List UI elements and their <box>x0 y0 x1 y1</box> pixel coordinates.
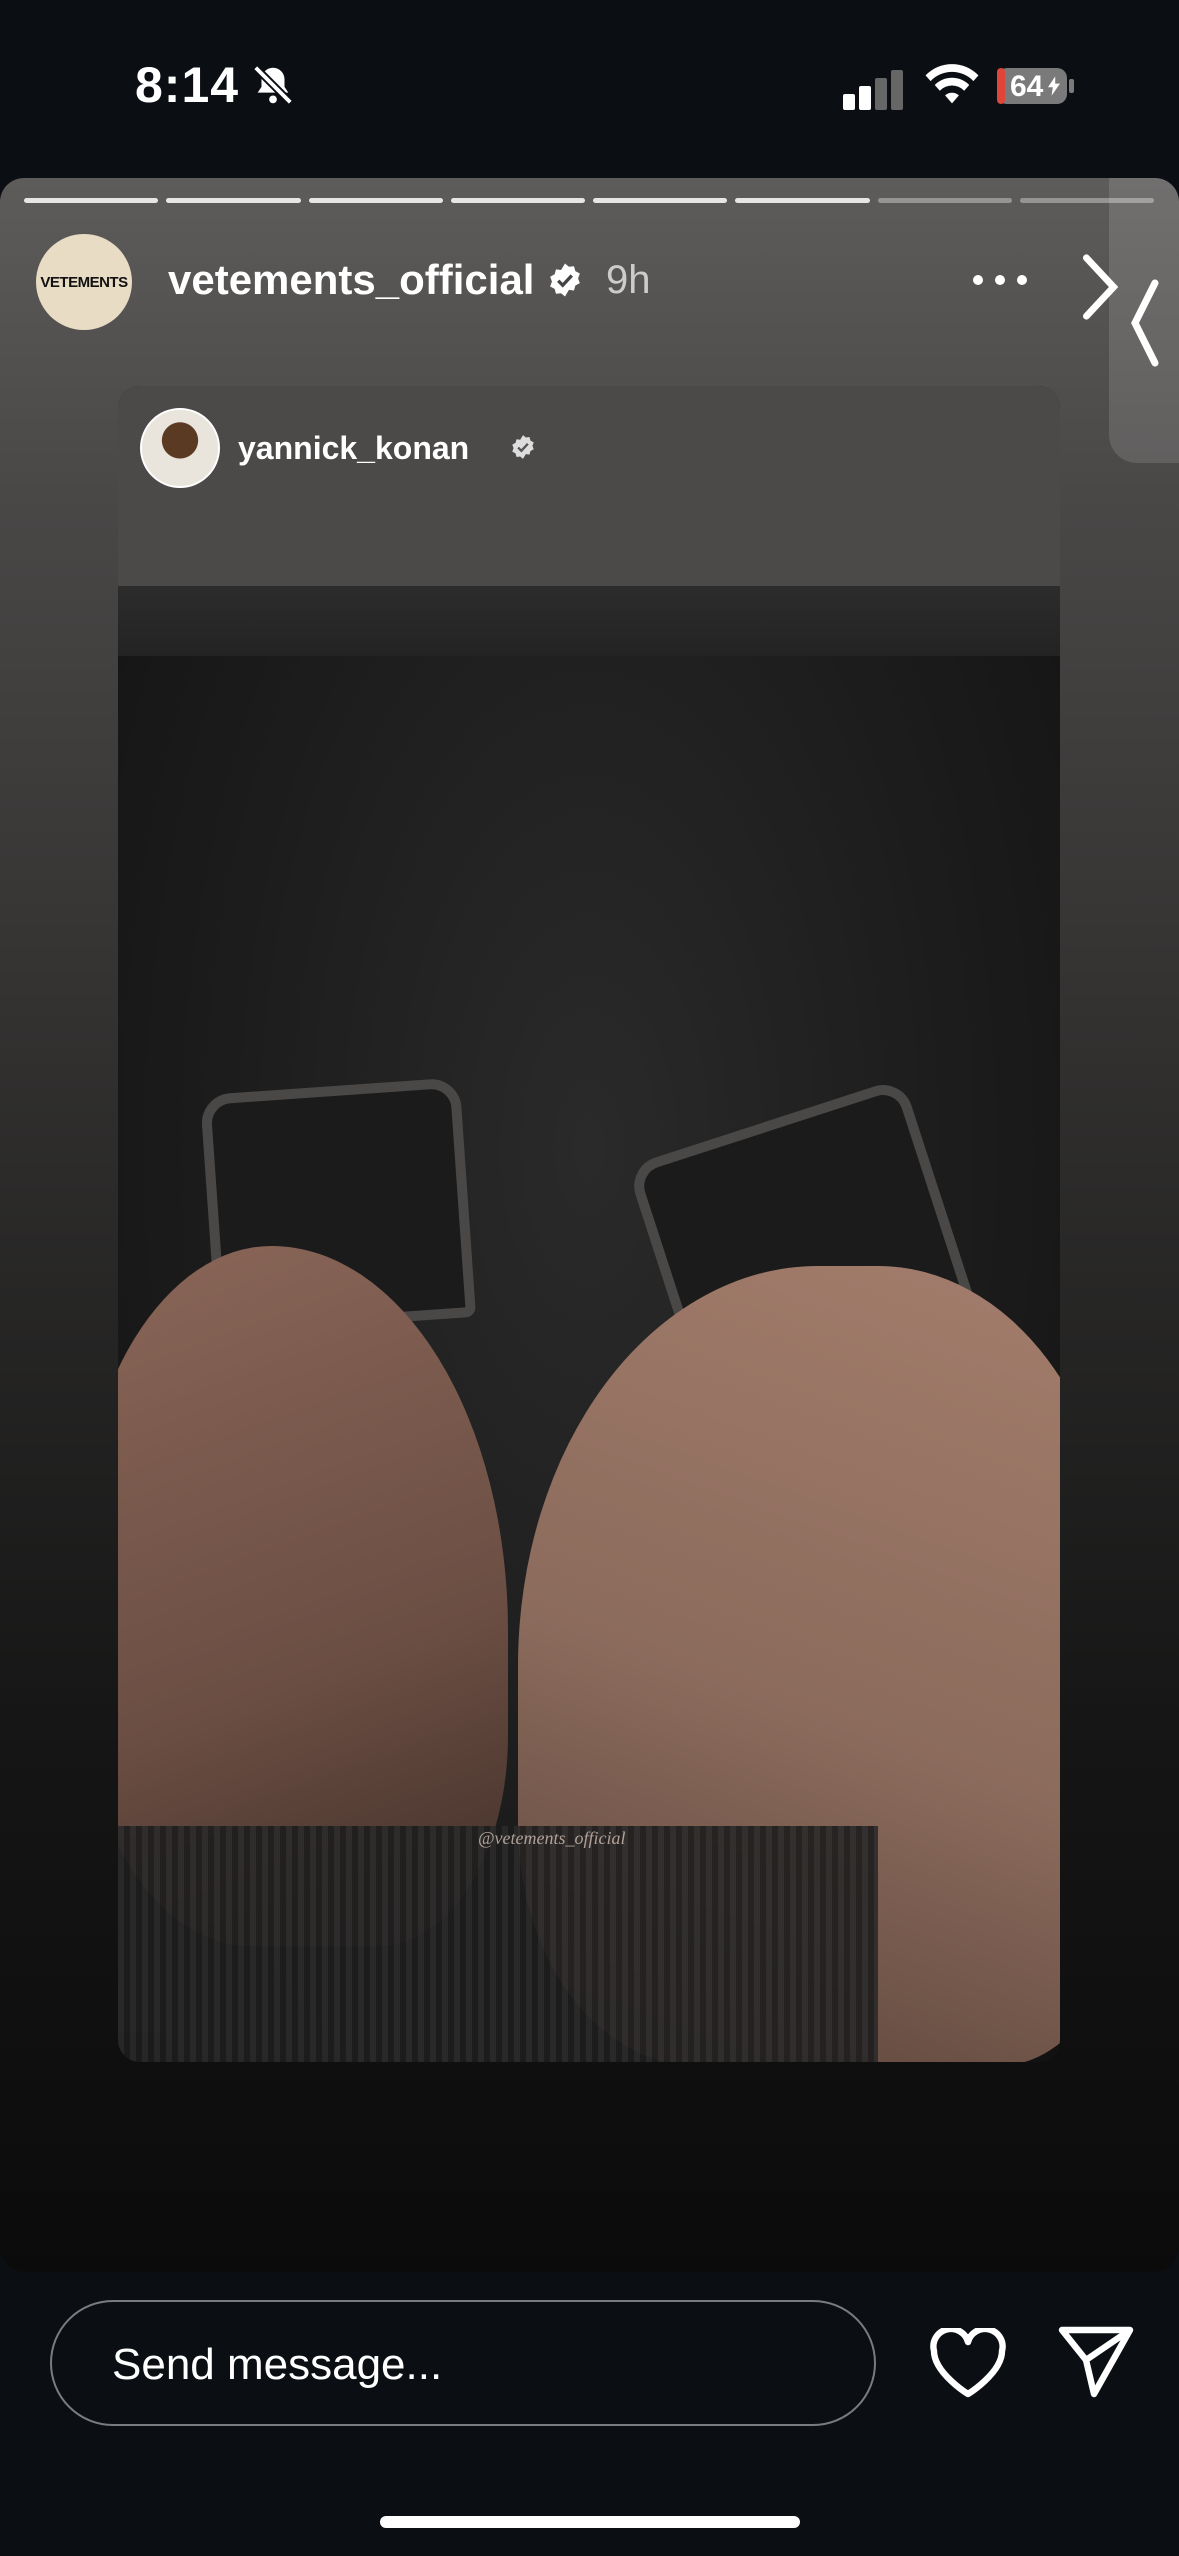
heart-icon[interactable] <box>928 2328 1008 2400</box>
reposted-username: yannick_konan <box>238 430 470 466</box>
battery-level: 64 <box>1010 70 1044 103</box>
account-avatar[interactable]: VETEMENTS <box>36 234 132 330</box>
story-age: 9h <box>606 258 651 302</box>
clock: 8:14 <box>135 57 240 113</box>
mention-tag[interactable]: @vetements_official <box>478 1828 626 1849</box>
verified-badge-icon <box>512 435 534 459</box>
photo-floor-mat <box>118 1826 878 2062</box>
verified-badge-icon <box>550 263 580 297</box>
photo-ledge <box>118 586 1060 656</box>
reposted-post[interactable]: yannick_konan @vetements_official <box>118 386 1060 2062</box>
home-indicator[interactable] <box>380 2516 800 2528</box>
reposted-header[interactable]: yannick_konan <box>140 408 640 488</box>
send-message-placeholder: Send message... <box>112 2340 443 2389</box>
progress-segment <box>735 198 870 203</box>
more-icon[interactable] <box>970 268 1030 292</box>
progress-segment <box>593 198 728 203</box>
bell-slash-icon <box>253 65 293 105</box>
send-message-input[interactable]: Send message... <box>50 2300 876 2426</box>
charging-bolt-icon <box>1048 76 1060 96</box>
story-progress-bar <box>24 198 1154 204</box>
chevron-right-icon[interactable] <box>1080 252 1120 322</box>
progress-segment <box>308 198 443 203</box>
send-icon[interactable] <box>1056 2324 1136 2400</box>
account-username[interactable]: vetements_official <box>168 256 534 304</box>
progress-segment <box>166 198 301 203</box>
progress-segment <box>877 198 1012 203</box>
progress-segment <box>24 198 159 203</box>
story-viewer[interactable]: VETEMENTS vetements_official 9h yannick_… <box>0 178 1179 2272</box>
reposted-avatar <box>140 408 220 488</box>
battery-indicator: 64 <box>996 64 1076 108</box>
cellular-signal-icon <box>843 70 903 110</box>
wifi-icon <box>925 64 979 104</box>
story-header: VETEMENTS vetements_official 9h <box>0 224 1179 334</box>
status-bar: 8:14 64 <box>0 0 1179 175</box>
progress-segment <box>450 198 585 203</box>
